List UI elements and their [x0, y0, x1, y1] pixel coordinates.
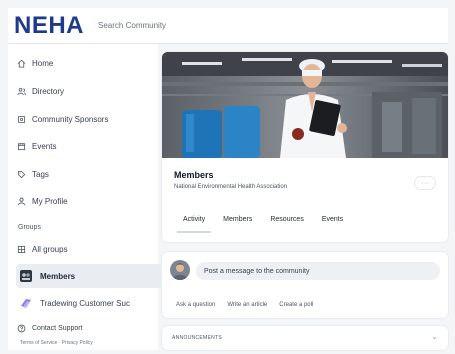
sidebar-item-label: Directory — [32, 86, 65, 96]
ask-question-button[interactable]: Ask a question — [176, 302, 215, 308]
neha-logo[interactable]: NEHA — [14, 12, 84, 40]
search-input[interactable]: Search Community — [98, 21, 166, 30]
sidebar-item-label: Members — [40, 271, 76, 281]
sidebar-item-label: Contact Support — [32, 324, 83, 332]
sidebar: Home Directory Community Sponsors Events… — [8, 44, 162, 350]
tag-icon — [16, 169, 26, 179]
sidebar-item-home[interactable]: Home — [16, 52, 162, 74]
group-banner-image — [162, 52, 448, 158]
tab-events[interactable]: Events — [313, 210, 352, 233]
group-card: Members National Environmental Health As… — [162, 52, 448, 242]
person-icon — [16, 196, 26, 206]
contact-support-link[interactable]: Contact Support — [16, 320, 162, 336]
sidebar-item-label: My Profile — [32, 196, 68, 206]
composer-actions: Ask a question Write an article Create a… — [176, 302, 313, 308]
tradewing-group-thumbnail — [20, 297, 32, 309]
top-header: NEHA Search Community — [8, 8, 448, 44]
announcements-panel[interactable]: ANNOUNCEMENTS ⌄ — [162, 326, 448, 350]
sidebar-item-directory[interactable]: Directory — [16, 80, 162, 102]
sidebar-item-label: Tags — [32, 169, 49, 179]
sidebar-item-my-profile[interactable]: My Profile — [16, 190, 162, 212]
sponsor-icon — [16, 114, 26, 124]
sidebar-item-community-sponsors[interactable]: Community Sponsors — [16, 108, 162, 130]
announcements-label: ANNOUNCEMENTS — [172, 335, 223, 341]
group-tabs: Activity Members Resources Events — [174, 210, 352, 233]
members-group-thumbnail — [20, 270, 32, 282]
sidebar-item-label: Community Sponsors — [32, 114, 109, 124]
group-subtitle: National Environmental Health Associatio… — [174, 184, 288, 190]
sidebar-item-all-groups[interactable]: All groups — [16, 238, 162, 260]
sidebar-item-group-tradewing[interactable]: Tradewing Customer Suc — [16, 292, 162, 314]
calendar-icon — [16, 141, 26, 151]
write-article-button[interactable]: Write an article — [227, 302, 267, 308]
sidebar-item-tags[interactable]: Tags — [16, 163, 162, 185]
tab-members[interactable]: Members — [214, 210, 261, 233]
sidebar-item-group-members[interactable]: Members — [16, 264, 162, 288]
create-poll-button[interactable]: Create a poll — [279, 302, 313, 308]
sidebar-item-events[interactable]: Events — [16, 135, 162, 157]
more-options-button[interactable]: ··· — [414, 176, 436, 190]
tab-activity[interactable]: Activity — [174, 210, 214, 233]
post-composer: Post a message to the community Ask a qu… — [162, 252, 448, 318]
people-icon — [16, 86, 26, 96]
sidebar-item-label: Tradewing Customer Suc — [40, 298, 130, 308]
footer-links[interactable]: Terms of Service · Privacy Policy — [20, 340, 93, 346]
groups-heading: Groups — [18, 224, 41, 231]
sidebar-item-label: All groups — [32, 244, 68, 254]
sidebar-item-label: Home — [32, 58, 54, 68]
help-icon — [16, 323, 26, 333]
post-message-input[interactable]: Post a message to the community — [196, 262, 440, 280]
home-icon — [16, 58, 26, 68]
grid-icon — [16, 244, 26, 254]
tab-resources[interactable]: Resources — [261, 210, 312, 233]
chevron-down-icon[interactable]: ⌄ — [431, 332, 438, 341]
avatar[interactable] — [170, 260, 190, 280]
sidebar-item-label: Events — [32, 141, 57, 151]
group-title: Members — [174, 170, 214, 180]
